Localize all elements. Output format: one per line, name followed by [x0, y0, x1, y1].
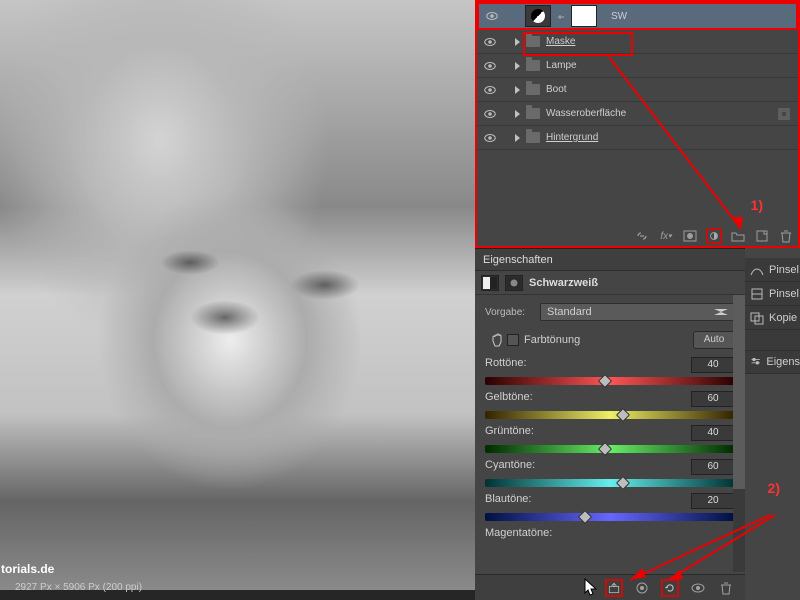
folder-icon: [526, 84, 540, 95]
annotation-label-2: 2): [768, 480, 780, 496]
tint-label: Farbtönung: [524, 334, 580, 346]
new-layer-icon[interactable]: [754, 228, 770, 244]
yellow-label: Gelbtöne:: [485, 391, 533, 407]
folder-icon: [526, 108, 540, 119]
red-slider[interactable]: [485, 377, 735, 385]
visibility-icon[interactable]: [485, 9, 499, 23]
green-slider[interactable]: [485, 445, 735, 453]
properties-panel: Eigenschaften Schwarzweiß Vorgabe: Stand…: [475, 248, 745, 600]
tint-checkbox[interactable]: [507, 334, 519, 346]
layer-name[interactable]: Hintergrund: [546, 132, 598, 143]
layer-group-hintergrund[interactable]: Hintergrund: [477, 126, 798, 150]
document-status: 2927 Px × 5906 Px (200 ppi): [15, 582, 142, 593]
fx-icon[interactable]: fx▾: [658, 228, 674, 244]
layer-name[interactable]: SW: [611, 11, 627, 22]
magenta-label: Magentatöne:: [485, 527, 552, 539]
properties-icon[interactable]: [778, 108, 790, 120]
adjustment-layer-icon[interactable]: [706, 228, 722, 244]
properties-title: Schwarzweiß: [529, 277, 598, 289]
expand-icon[interactable]: [515, 86, 520, 94]
group-icon[interactable]: [730, 228, 746, 244]
artwork-image: [0, 0, 475, 590]
preset-label: Vorgabe:: [485, 307, 540, 318]
auto-button[interactable]: Auto: [693, 331, 735, 349]
green-value[interactable]: 40: [691, 425, 735, 441]
preset-value: Standard: [547, 306, 592, 318]
annotation-label-1: 1): [751, 197, 763, 213]
layer-name[interactable]: Lampe: [546, 60, 577, 71]
scrollbar[interactable]: [733, 295, 745, 572]
folder-icon: [526, 132, 540, 143]
mask-icon[interactable]: [682, 228, 698, 244]
folder-icon: [526, 60, 540, 71]
layers-panel: SW Maske Lampe Boot Wasseroberfläche: [475, 0, 800, 248]
expand-icon[interactable]: [515, 62, 520, 70]
previous-state-icon[interactable]: [633, 579, 651, 597]
layer-group-lampe[interactable]: Lampe: [477, 54, 798, 78]
scroll-thumb[interactable]: [733, 295, 745, 489]
red-value[interactable]: 40: [691, 357, 735, 373]
hand-tool-icon[interactable]: [489, 332, 507, 348]
side-tab-clone[interactable]: Kopie: [745, 306, 800, 330]
toggle-visibility-icon[interactable]: [689, 579, 707, 597]
cyan-label: Cyantöne:: [485, 459, 535, 475]
visibility-icon[interactable]: [483, 83, 497, 97]
blue-label: Blautöne:: [485, 493, 531, 509]
adjustment-type-icon: [481, 275, 499, 291]
green-label: Grüntöne:: [485, 425, 534, 441]
trash-icon[interactable]: [778, 228, 794, 244]
collapsed-panels: Pinsel Pinsel Kopie Eigens: [745, 258, 800, 374]
blue-value[interactable]: 20: [691, 493, 735, 509]
document-canvas[interactable]: torials.de 2927 Px × 5906 Px (200 ppi): [0, 0, 475, 600]
visibility-icon[interactable]: [483, 107, 497, 121]
side-tab-brush[interactable]: Pinsel: [745, 282, 800, 306]
adjustment-thumb-icon[interactable]: [525, 5, 551, 27]
layer-name[interactable]: Wasseroberfläche: [546, 108, 626, 119]
layer-name[interactable]: Boot: [546, 84, 567, 95]
chevron-down-icon: [714, 309, 728, 315]
layer-group-boot[interactable]: Boot: [477, 78, 798, 102]
cyan-value[interactable]: 60: [691, 459, 735, 475]
side-tab-brush-presets[interactable]: Pinsel: [745, 258, 800, 282]
layer-row-sw[interactable]: SW: [477, 2, 798, 30]
visibility-icon[interactable]: [483, 59, 497, 73]
layer-group-wasser[interactable]: Wasseroberfläche: [477, 102, 798, 126]
clip-to-layer-icon[interactable]: [605, 579, 623, 597]
properties-tab[interactable]: Eigenschaften: [475, 249, 745, 271]
link-layers-icon[interactable]: [634, 228, 650, 244]
yellow-slider[interactable]: [485, 411, 735, 419]
watermark-text: torials.de: [1, 562, 54, 576]
cyan-slider[interactable]: [485, 479, 735, 487]
expand-icon[interactable]: [515, 134, 520, 142]
expand-icon[interactable]: [515, 38, 520, 46]
link-icon: [557, 12, 565, 20]
expand-icon[interactable]: [515, 110, 520, 118]
visibility-icon[interactable]: [483, 35, 497, 49]
annotation-box: [523, 32, 633, 56]
blue-slider[interactable]: [485, 513, 735, 521]
mask-thumb-icon[interactable]: [571, 5, 597, 27]
preset-select[interactable]: Standard: [540, 303, 735, 321]
visibility-icon[interactable]: [483, 131, 497, 145]
side-tab-properties[interactable]: Eigens: [745, 350, 800, 374]
red-label: Rottöne:: [485, 357, 527, 373]
trash-icon[interactable]: [717, 579, 735, 597]
mask-view-icon[interactable]: [505, 275, 523, 291]
reset-icon[interactable]: [661, 579, 679, 597]
yellow-value[interactable]: 60: [691, 391, 735, 407]
